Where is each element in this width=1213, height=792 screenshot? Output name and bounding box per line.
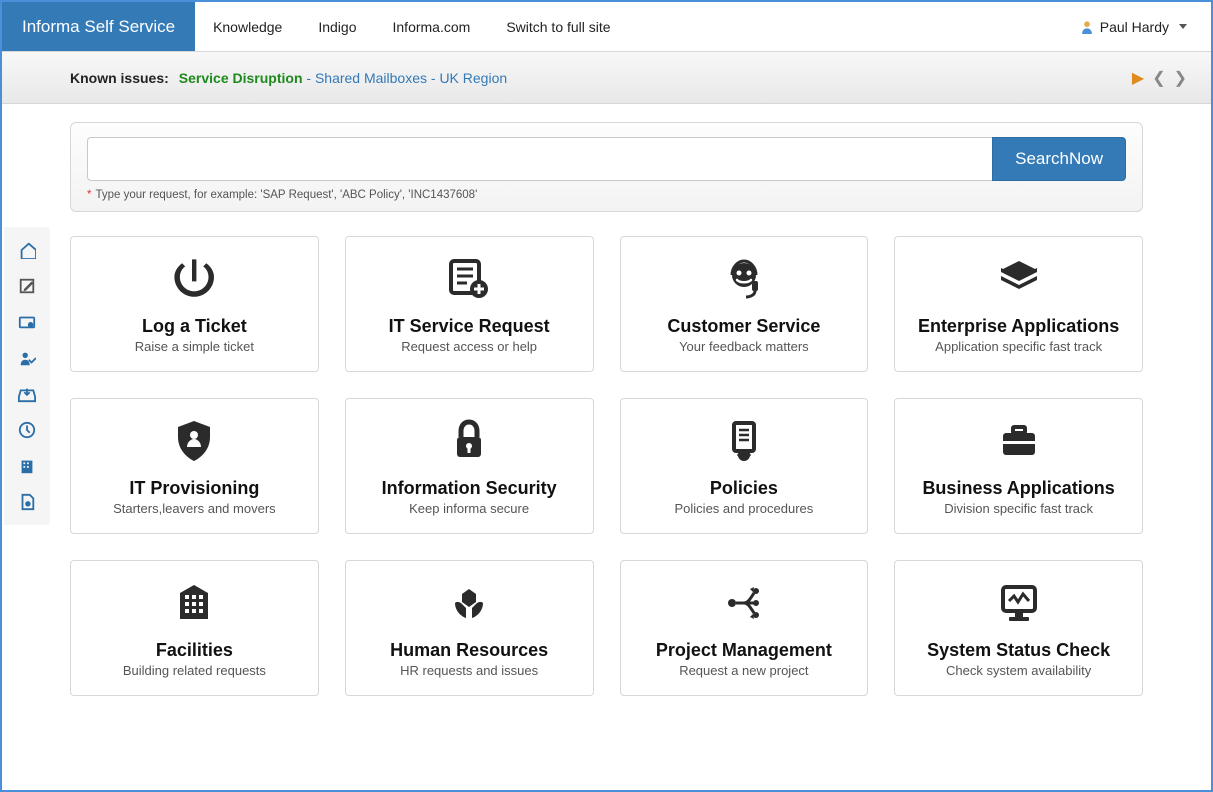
card-title: Facilities [156,640,233,661]
nav-link-indigo[interactable]: Indigo [300,2,374,51]
shield-icon [170,417,218,470]
known-issues-label: Known issues: [70,70,169,86]
card-subtitle: Check system availability [946,663,1091,678]
category-card-policies[interactable]: Policies Policies and procedures [620,398,869,534]
issue-detail: - Shared Mailboxes - UK Region [303,70,508,86]
power-icon [170,255,218,308]
card-title: IT Service Request [389,316,550,337]
known-issue-link[interactable]: Service Disruption - Shared Mailboxes - … [179,70,507,86]
card-subtitle: Request access or help [401,339,537,354]
card-subtitle: Raise a simple ticket [135,339,254,354]
category-card-business-applications[interactable]: Business Applications Division specific f… [894,398,1143,534]
card-subtitle: Keep informa secure [409,501,529,516]
play-icon[interactable]: ▶ [1132,68,1144,88]
rail-clock[interactable] [10,413,44,447]
category-card-project-management[interactable]: Project Management Request a new project [620,560,869,696]
nav-link-fullsite[interactable]: Switch to full site [488,2,628,51]
card-subtitle: Starters,leavers and movers [113,501,276,516]
monitor-icon [995,579,1043,632]
card-title: Project Management [656,640,832,661]
rail-edit[interactable] [10,269,44,303]
rail-inbox[interactable] [10,377,44,411]
card-title: Enterprise Applications [918,316,1119,337]
category-card-system-status-check[interactable]: System Status Check Check system availabi… [894,560,1143,696]
card-subtitle: HR requests and issues [400,663,538,678]
known-issues-bar: Known issues: Service Disruption - Share… [2,52,1211,104]
briefcase-icon [995,417,1043,470]
search-button[interactable]: SearchNow [992,137,1126,181]
category-card-facilities[interactable]: Facilities Building related requests [70,560,319,696]
scroll-icon [720,417,768,470]
brand-title: Informa Self Service [2,2,195,51]
chevron-down-icon [1179,24,1187,29]
rail-person-check[interactable] [10,341,44,375]
user-icon [1080,20,1094,34]
top-nav: Informa Self Service Knowledge Indigo In… [2,2,1211,52]
card-title: Log a Ticket [142,316,247,337]
search-panel: SearchNow *Type your request, for exampl… [70,122,1143,212]
rail-home[interactable] [10,233,44,267]
search-hint-text: Type your request, for example: 'SAP Req… [95,189,477,201]
nav-links: Knowledge Indigo Informa.com Switch to f… [195,2,629,51]
nav-link-informa[interactable]: Informa.com [375,2,489,51]
search-hint: *Type your request, for example: 'SAP Re… [87,189,1126,201]
search-input[interactable] [87,137,992,181]
card-title: System Status Check [927,640,1110,661]
prev-icon[interactable]: ❮ [1152,68,1165,88]
card-subtitle: Your feedback matters [679,339,809,354]
nav-link-knowledge[interactable]: Knowledge [195,2,300,51]
card-title: Policies [710,478,778,499]
category-card-it-provisioning[interactable]: IT Provisioning Starters,leavers and move… [70,398,319,534]
card-subtitle: Application specific fast track [935,339,1102,354]
category-card-human-resources[interactable]: Human Resources HR requests and issues [345,560,594,696]
rail-building[interactable] [10,449,44,483]
card-subtitle: Policies and procedures [675,501,814,516]
category-grid: Log a Ticket Raise a simple ticket IT Serv… [70,236,1143,696]
left-rail [4,227,50,525]
card-title: IT Provisioning [129,478,259,499]
card-title: Business Applications [922,478,1114,499]
card-subtitle: Division specific fast track [944,501,1093,516]
user-menu[interactable]: Paul Hardy [1056,2,1211,51]
card-title: Customer Service [667,316,820,337]
next-icon[interactable]: ❯ [1174,68,1187,88]
category-card-it-service-request[interactable]: IT Service Request Request access or help [345,236,594,372]
category-card-log-a-ticket[interactable]: Log a Ticket Raise a simple ticket [70,236,319,372]
category-card-enterprise-applications[interactable]: Enterprise Applications Application speci… [894,236,1143,372]
category-card-information-security[interactable]: Information Security Keep informa secure [345,398,594,534]
issues-nav: ▶ ❮ ❯ [1132,68,1187,88]
card-subtitle: Request a new project [679,663,808,678]
building-icon [170,579,218,632]
card-subtitle: Building related requests [123,663,266,678]
issue-kind: Service Disruption [179,70,303,86]
card-title: Information Security [382,478,557,499]
headset-icon [720,255,768,308]
rail-card[interactable] [10,305,44,339]
user-name: Paul Hardy [1100,19,1169,35]
card-title: Human Resources [390,640,548,661]
rail-doc[interactable] [10,485,44,519]
layers-icon [995,255,1043,308]
category-card-customer-service[interactable]: Customer Service Your feedback matters [620,236,869,372]
lock-icon [445,417,493,470]
hands-icon [445,579,493,632]
listplus-icon [445,255,493,308]
flow-icon [720,579,768,632]
